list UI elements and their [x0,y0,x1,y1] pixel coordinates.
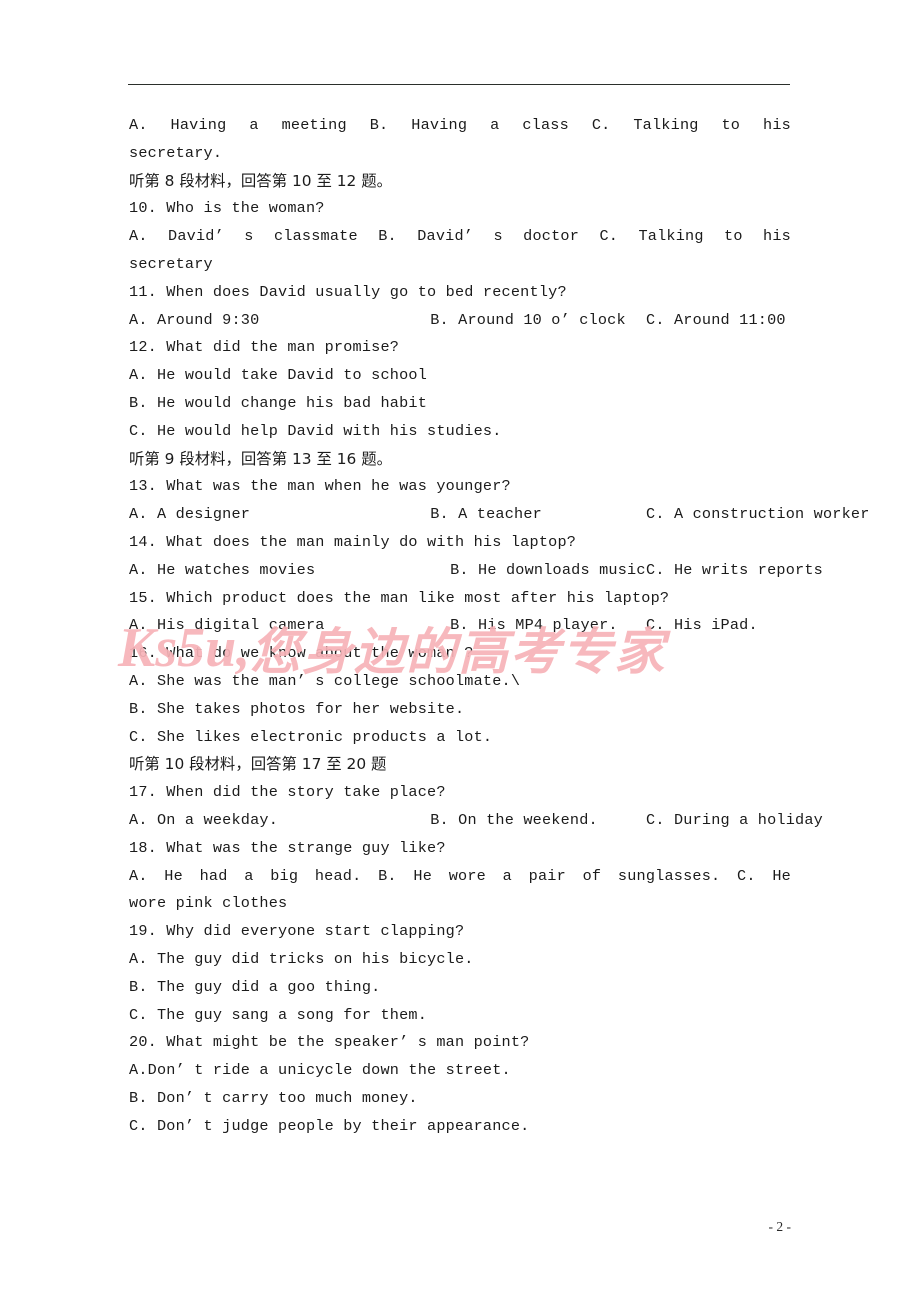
option-row: A. His digital camera B. His MP4 player. C… [129,612,791,640]
option-row: A. A designer B. A teacher C. A constructi… [129,501,870,529]
option-row: A. He had a big head. B. He wore a pair … [129,866,791,885]
page-number: - 2 - [768,1219,792,1234]
option-C: C. Around 11:00 [646,310,786,329]
option-C: C. During a holiday [646,810,823,829]
option-B: B. A teacher [430,505,542,524]
option-A: A. Around 9:30 [129,310,260,329]
option-C: C. He writs reports [646,560,823,579]
option-line: B. The guy did a goo thing. [129,977,381,996]
question-stem: 10. Who is the woman? [129,199,325,218]
question-stem: 16. What do we know about the woman ? [129,644,474,663]
option-line: B. Don’ t carry too much money. [129,1088,418,1107]
option-line: secretary [129,254,213,273]
option-line: C. Don’ t judge people by their appearan… [129,1116,530,1135]
option-A: A. On a weekday. [129,810,279,829]
option-line: A. The guy did tricks on his bicycle. [129,949,474,968]
option-row: A. David’ s classmate B. David’ s doctor… [129,227,791,246]
option-line: A. He would take David to school [129,366,428,385]
option-row: A. On a weekday. B. On the weekend. C. Dur… [129,807,823,835]
option-line: C. She likes electronic products a lot. [129,727,493,746]
exam-content-column: A. Having a meeting B. Having a class C.… [129,112,870,1140]
option-line: C. The guy sang a song for them. [129,1005,428,1024]
header-rule [128,84,790,85]
question-stem: 11. When does David usually go to bed re… [129,282,567,301]
listening-direction-line: 听第 9 段材料，回答第 13 至 16 题。 [129,449,393,468]
option-B: B. Around 10 o’ clock [430,310,626,329]
option-line: B. She takes photos for her website. [129,699,465,718]
option-line: wore pink clothes [129,894,288,913]
listening-direction-line: 听第 10 段材料，回答第 17 至 20 题 [129,755,387,774]
question-stem: 20. What might be the speaker’ s man poi… [129,1033,530,1052]
question-stem: 15. Which product does the man like most… [129,588,670,607]
option-line: B. He would change his bad habit [129,393,428,412]
question-stem: 19. Why did everyone start clapping? [129,922,465,941]
listening-direction-line: 听第 8 段材料，回答第 10 至 12 题。 [129,171,393,190]
question-stem: 17. When did the story take place? [129,783,446,802]
option-row: A. Around 9:30 B. Around 10 o’ clock C. Ar… [129,307,791,335]
option-line: secretary. [129,143,223,162]
option-A: A. He watches movies [129,560,316,579]
option-B: B. On the weekend. [430,810,598,829]
option-A: A. His digital camera [129,616,325,635]
option-B: B. He downloads music [450,560,646,579]
option-A: A. A designer [129,505,251,524]
exam-paper-page: A. Having a meeting B. Having a class C.… [0,0,920,1302]
question-stem: 13. What was the man when he was younger… [129,477,511,496]
option-C: C. A construction worker [646,505,870,524]
option-line: A. She was the man’ s college schoolmate… [129,671,521,690]
option-line: A.Don’ t ride a unicycle down the street… [129,1061,511,1080]
option-row: A. He watches movies B. He downloads musi… [129,557,823,585]
option-B: B. His MP4 player. [450,616,618,635]
question-stem: 12. What did the man promise? [129,338,400,357]
question-stem: 14. What does the man mainly do with his… [129,532,577,551]
question-stem: 18. What was the strange guy like? [129,838,446,857]
page-footer: - 2 - [129,1203,792,1251]
option-C: C. His iPad. [646,616,758,635]
option-line: C. He would help David with his studies. [129,421,502,440]
option-row: A. Having a meeting B. Having a class C.… [129,116,791,134]
